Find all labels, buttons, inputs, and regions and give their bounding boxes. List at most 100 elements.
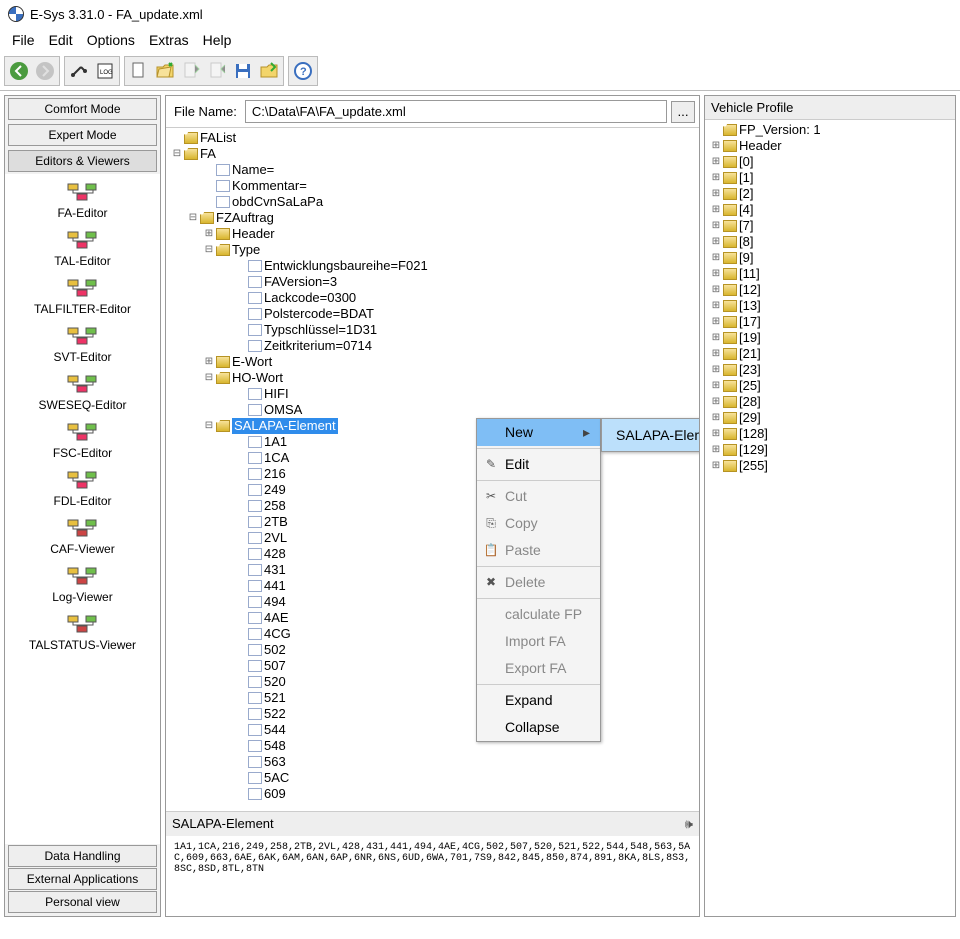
- vehicle-profile-tree[interactable]: FP_Version: 1⊞Header⊞[0]⊞[1]⊞[2]⊞[4]⊞[7]…: [705, 120, 955, 476]
- tree-node[interactable]: Entwicklungsbaureihe=F021: [170, 258, 695, 274]
- ctx-new[interactable]: New▸: [477, 419, 600, 446]
- profile-node[interactable]: ⊞[128]: [709, 426, 951, 442]
- tree-node[interactable]: FAList: [170, 130, 695, 146]
- menu-help[interactable]: Help: [197, 30, 238, 50]
- profile-node[interactable]: FP_Version: 1: [709, 122, 951, 138]
- profile-node[interactable]: ⊞[2]: [709, 186, 951, 202]
- tree-node[interactable]: 258: [170, 498, 695, 514]
- tree-node[interactable]: Polstercode=BDAT: [170, 306, 695, 322]
- profile-node[interactable]: ⊞[12]: [709, 282, 951, 298]
- ctx-export-fa[interactable]: Export FA: [477, 655, 600, 682]
- ctx-delete[interactable]: ✖Delete: [477, 569, 600, 596]
- tree-node[interactable]: 5AC: [170, 770, 695, 786]
- sidebar-expert-button[interactable]: Expert Mode: [8, 124, 157, 146]
- sidebar-item-fsc-editor[interactable]: FSC-Editor: [5, 418, 160, 466]
- tree-node[interactable]: 1CA: [170, 450, 695, 466]
- tree-node[interactable]: Kommentar=: [170, 178, 695, 194]
- tree-node[interactable]: HIFI: [170, 386, 695, 402]
- tree-node[interactable]: FAVersion=3: [170, 274, 695, 290]
- save-button[interactable]: [231, 59, 255, 83]
- tree-node[interactable]: 544: [170, 722, 695, 738]
- tree-node[interactable]: 441: [170, 578, 695, 594]
- menu-options[interactable]: Options: [81, 30, 141, 50]
- ctx-paste[interactable]: 📋Paste: [477, 537, 600, 564]
- profile-node[interactable]: ⊞[1]: [709, 170, 951, 186]
- export-button[interactable]: [205, 59, 229, 83]
- profile-node[interactable]: ⊞[21]: [709, 346, 951, 362]
- tree-node[interactable]: 431: [170, 562, 695, 578]
- connect-button[interactable]: [67, 59, 91, 83]
- tree-node[interactable]: Lackcode=0300: [170, 290, 695, 306]
- tree-node[interactable]: 522: [170, 706, 695, 722]
- ctx-collapse[interactable]: Collapse: [477, 714, 600, 741]
- menu-edit[interactable]: Edit: [43, 30, 79, 50]
- profile-node[interactable]: ⊞[29]: [709, 410, 951, 426]
- tree-node[interactable]: ⊞Header: [170, 226, 695, 242]
- profile-node[interactable]: ⊞[8]: [709, 234, 951, 250]
- tree-node[interactable]: 249: [170, 482, 695, 498]
- fa-tree[interactable]: FAList⊟FAName=Kommentar=obdCvnSaLaPa⊟FZA…: [166, 128, 699, 811]
- profile-node[interactable]: ⊞[9]: [709, 250, 951, 266]
- sidebar-item-talstatus-viewer[interactable]: TALSTATUS-Viewer: [5, 610, 160, 658]
- ctx-import-fa[interactable]: Import FA: [477, 628, 600, 655]
- back-button[interactable]: [7, 59, 31, 83]
- sidebar-item-talfilter-editor[interactable]: TALFILTER-Editor: [5, 274, 160, 322]
- sidebar-item-svt-editor[interactable]: SVT-Editor: [5, 322, 160, 370]
- menu-file[interactable]: File: [6, 30, 41, 50]
- tree-node[interactable]: 548: [170, 738, 695, 754]
- sidebar-item-fdl-editor[interactable]: FDL-Editor: [5, 466, 160, 514]
- profile-node[interactable]: ⊞[19]: [709, 330, 951, 346]
- tree-node[interactable]: 520: [170, 674, 695, 690]
- sidebar-comfort-button[interactable]: Comfort Mode: [8, 98, 157, 120]
- profile-node[interactable]: ⊞[25]: [709, 378, 951, 394]
- menu-extras[interactable]: Extras: [143, 30, 195, 50]
- save-as-button[interactable]: [257, 59, 281, 83]
- ctx-new-salapa[interactable]: SALAPA-Element: [602, 419, 699, 451]
- tree-node[interactable]: ⊟Type: [170, 242, 695, 258]
- ctx-edit[interactable]: ✎Edit: [477, 451, 600, 478]
- sidebar-personal-view-button[interactable]: Personal view: [8, 891, 157, 913]
- new-file-button[interactable]: [127, 59, 151, 83]
- profile-node[interactable]: ⊞[255]: [709, 458, 951, 474]
- profile-node[interactable]: ⊞[0]: [709, 154, 951, 170]
- tree-node[interactable]: Zeitkriterium=0714: [170, 338, 695, 354]
- tree-node[interactable]: obdCvnSaLaPa: [170, 194, 695, 210]
- ctx-copy[interactable]: ⎘Copy: [477, 510, 600, 537]
- tree-node[interactable]: Name=: [170, 162, 695, 178]
- tree-node[interactable]: 507: [170, 658, 695, 674]
- ctx-expand[interactable]: Expand: [477, 687, 600, 714]
- sidebar-item-tal-editor[interactable]: TAL-Editor: [5, 226, 160, 274]
- profile-node[interactable]: ⊞[11]: [709, 266, 951, 282]
- tree-node[interactable]: 2TB: [170, 514, 695, 530]
- import-button[interactable]: [179, 59, 203, 83]
- tree-node[interactable]: 494: [170, 594, 695, 610]
- tree-node[interactable]: ⊟HO-Wort: [170, 370, 695, 386]
- profile-node[interactable]: ⊞[7]: [709, 218, 951, 234]
- tree-node[interactable]: 216: [170, 466, 695, 482]
- browse-button[interactable]: ...: [671, 101, 695, 123]
- ctx-calculate-fp[interactable]: calculate FP: [477, 601, 600, 628]
- profile-node[interactable]: ⊞[17]: [709, 314, 951, 330]
- tree-node[interactable]: ⊟FA: [170, 146, 695, 162]
- tree-node[interactable]: 502: [170, 642, 695, 658]
- sidebar-data-handling-button[interactable]: Data Handling: [8, 845, 157, 867]
- tree-node[interactable]: Typschlüssel=1D31: [170, 322, 695, 338]
- tree-node[interactable]: 4CG: [170, 626, 695, 642]
- file-name-input[interactable]: [245, 100, 667, 123]
- log-button[interactable]: LOG: [93, 59, 117, 83]
- forward-button[interactable]: [33, 59, 57, 83]
- ctx-cut[interactable]: ✂Cut: [477, 483, 600, 510]
- sidebar-external-apps-button[interactable]: External Applications: [8, 868, 157, 890]
- sidebar-item-sweseq-editor[interactable]: SWESEQ-Editor: [5, 370, 160, 418]
- profile-node[interactable]: ⊞Header: [709, 138, 951, 154]
- sidebar-item-log-viewer[interactable]: Log-Viewer: [5, 562, 160, 610]
- tree-node[interactable]: 428: [170, 546, 695, 562]
- profile-node[interactable]: ⊞[129]: [709, 442, 951, 458]
- sidebar-item-caf-viewer[interactable]: CAF-Viewer: [5, 514, 160, 562]
- profile-node[interactable]: ⊞[23]: [709, 362, 951, 378]
- profile-node[interactable]: ⊞[13]: [709, 298, 951, 314]
- help-button[interactable]: ?: [291, 59, 315, 83]
- tree-node[interactable]: OMSA: [170, 402, 695, 418]
- tree-node[interactable]: 609: [170, 786, 695, 802]
- tree-node[interactable]: ⊞E-Wort: [170, 354, 695, 370]
